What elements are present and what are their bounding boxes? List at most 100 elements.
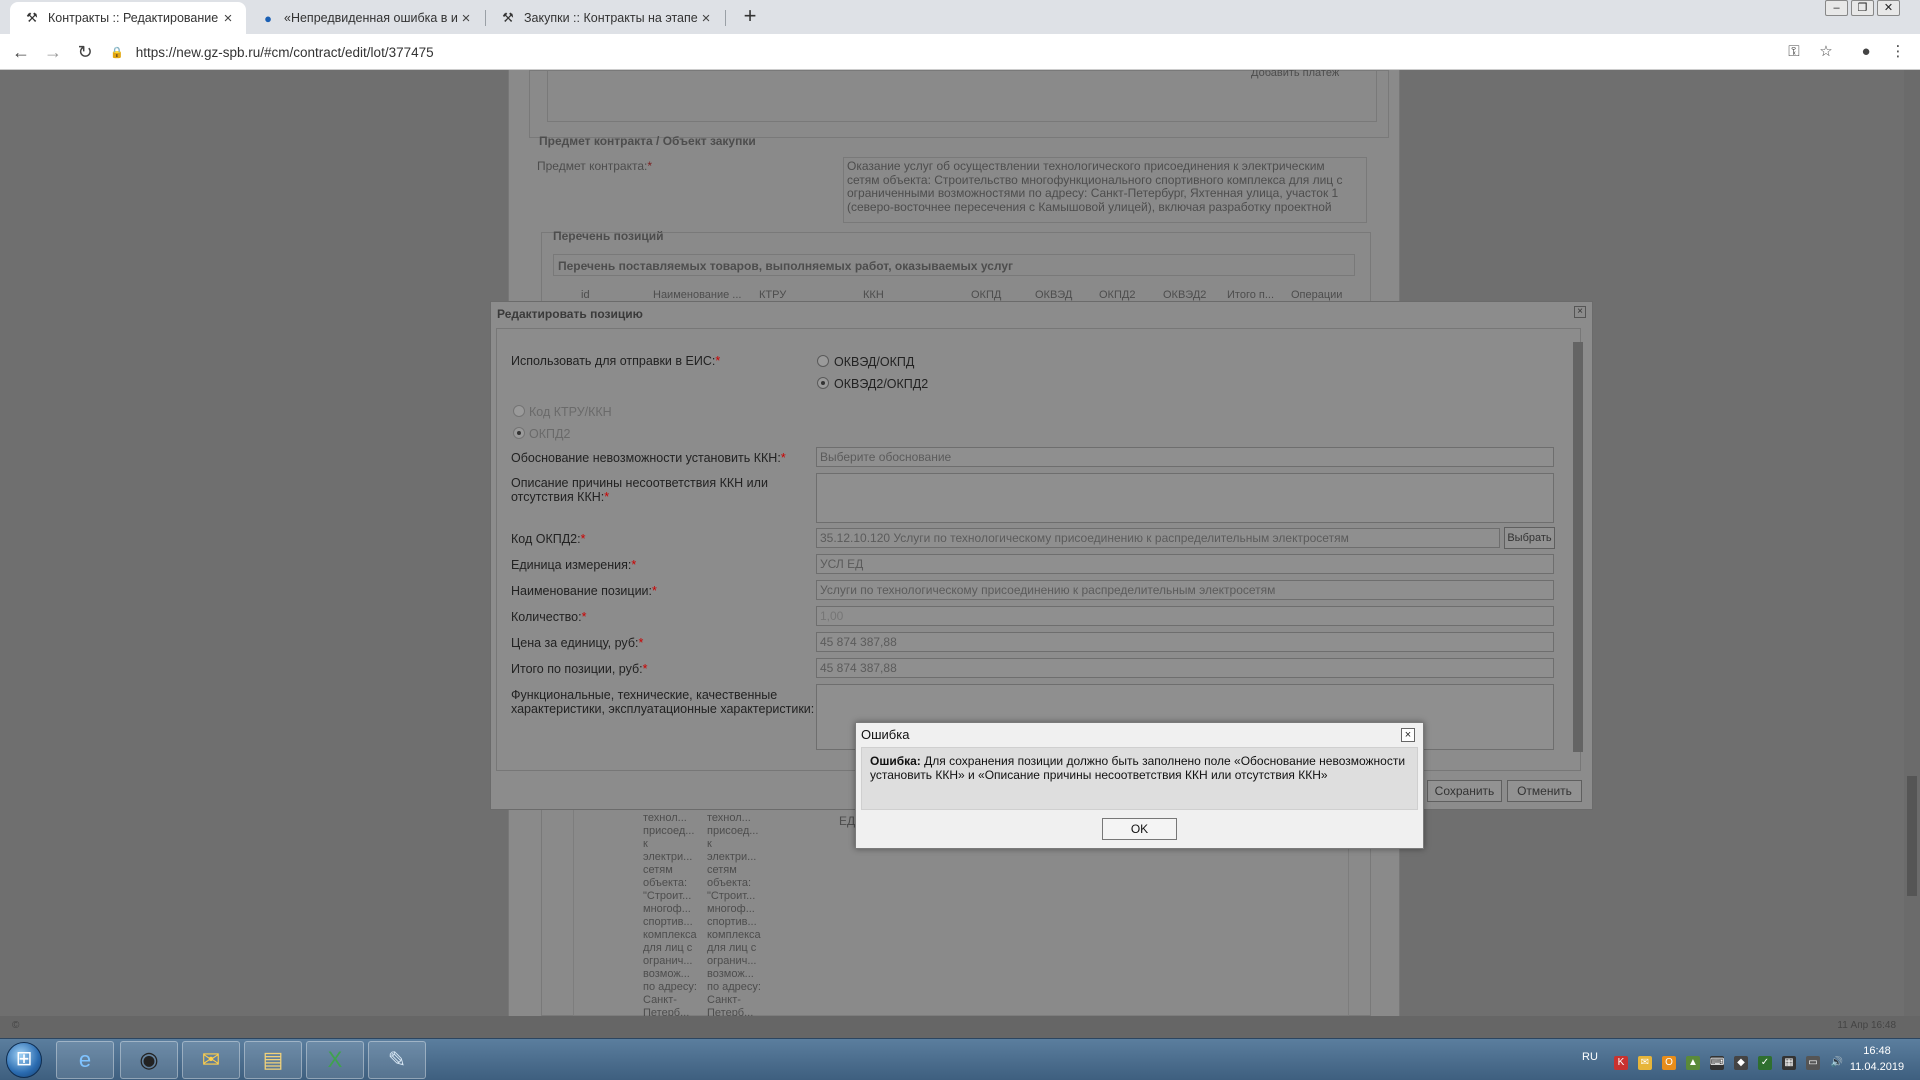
table-cell-line: технол... bbox=[707, 812, 751, 824]
table-cell-line: Санкт- bbox=[707, 994, 741, 1006]
network-icon[interactable]: ▦ bbox=[1782, 1056, 1796, 1070]
close-icon[interactable]: × bbox=[458, 10, 474, 27]
close-icon[interactable]: × bbox=[1574, 306, 1586, 318]
okpd2-field[interactable]: 35.12.10.120 Услуги по технологическому … bbox=[816, 528, 1500, 548]
reason-textarea[interactable] bbox=[816, 473, 1554, 523]
cancel-button[interactable]: Отменить bbox=[1507, 780, 1582, 802]
tab-label: Контракты :: Редактирование ко bbox=[48, 11, 220, 25]
positions-section-title: Перечень позиций bbox=[553, 229, 664, 243]
position-total-field[interactable]: 45 874 387,88 bbox=[816, 658, 1554, 678]
characteristics-label: Функциональные, технические, качественны… bbox=[511, 688, 815, 716]
browser-tab-bar: ⚒ Контракты :: Редактирование ко × ● «Не… bbox=[0, 0, 1920, 34]
minimize-icon[interactable]: – bbox=[1825, 0, 1848, 16]
close-icon[interactable]: × bbox=[220, 10, 236, 27]
paint-icon[interactable]: ✎ bbox=[368, 1041, 426, 1079]
column-header[interactable]: ОКПД bbox=[971, 289, 1001, 301]
column-header[interactable]: ОКВЭД2 bbox=[1163, 289, 1206, 301]
reload-icon[interactable]: ↻ bbox=[73, 40, 97, 64]
close-icon[interactable]: × bbox=[698, 10, 714, 27]
file-explorer-icon[interactable]: ▤ bbox=[244, 1041, 302, 1079]
tab-contracts-edit[interactable]: ⚒ Контракты :: Редактирование ко × bbox=[10, 2, 246, 34]
tool-icon: ⚒ bbox=[502, 10, 514, 25]
justification-combobox[interactable]: Выберите обоснование bbox=[816, 447, 1554, 467]
address-bar[interactable]: 🔒 https://new.gz-spb.ru/#cm/contract/edi… bbox=[110, 39, 1780, 65]
column-header[interactable]: Наименование ... bbox=[653, 289, 741, 301]
close-window-icon[interactable]: ✕ bbox=[1877, 0, 1900, 16]
table-cell-line: многоф... bbox=[643, 903, 691, 915]
radio-okpd2[interactable] bbox=[513, 427, 525, 439]
app-status-bar: © 11 Апр 16:48 bbox=[0, 1016, 1920, 1038]
chrome-icon[interactable]: ◉ bbox=[120, 1041, 178, 1079]
table-cell-line: огранич... bbox=[707, 955, 757, 967]
column-header[interactable]: ОКПД2 bbox=[1099, 289, 1135, 301]
restore-icon[interactable]: ❐ bbox=[1851, 0, 1874, 16]
forward-arrow-icon[interactable]: → bbox=[41, 40, 65, 64]
radio-okved2-okpd2[interactable] bbox=[817, 377, 829, 389]
language-indicator[interactable]: RU bbox=[1582, 1051, 1598, 1063]
flag-icon[interactable]: ▲ bbox=[1686, 1056, 1700, 1070]
column-header[interactable]: ККН bbox=[863, 289, 884, 301]
clock-time[interactable]: 16:48 bbox=[1846, 1045, 1908, 1057]
position-name-field[interactable]: Услуги по технологическому присоединению… bbox=[816, 580, 1554, 600]
reason-label: Описание причины несоответствия ККН или о… bbox=[511, 476, 768, 504]
table-cell-line: спортив... bbox=[643, 916, 693, 928]
column-header[interactable]: id bbox=[581, 289, 590, 301]
volume-icon[interactable]: 🔊 bbox=[1830, 1056, 1844, 1070]
error-message-text: Для сохранения позиции должно быть запол… bbox=[870, 754, 1406, 782]
kaspersky-icon[interactable]: K bbox=[1614, 1056, 1628, 1070]
star-icon[interactable]: ☆ bbox=[1816, 42, 1836, 62]
radio-ktru-kkn[interactable] bbox=[513, 405, 525, 417]
security-icon[interactable]: ◆ bbox=[1734, 1056, 1748, 1070]
outlook-tray-icon[interactable]: O bbox=[1662, 1056, 1676, 1070]
tab-unexpected-error[interactable]: ● «Непредвиденная ошибка в ин × bbox=[246, 2, 484, 34]
new-tab-button[interactable]: + bbox=[737, 4, 763, 30]
mail-icon[interactable]: ✉ bbox=[1638, 1056, 1652, 1070]
key-icon[interactable]: ⚿ bbox=[1784, 42, 1804, 62]
quantity-field[interactable]: 1,00 bbox=[816, 606, 1554, 626]
windows-taskbar: e ◉ ✉ ▤ X ✎ RU K ✉ O ▲ ⌨ ◆ ✓ ▦ ▭ 🔊 16:48… bbox=[0, 1038, 1920, 1080]
clock-date[interactable]: 11.04.2019 bbox=[1846, 1061, 1908, 1073]
back-arrow-icon[interactable]: ← bbox=[9, 40, 33, 64]
unit-price-field[interactable]: 45 874 387,88 bbox=[816, 632, 1554, 652]
start-button[interactable] bbox=[6, 1042, 42, 1078]
menu-kebab-icon[interactable]: ⋮ bbox=[1888, 42, 1908, 62]
table-cell-line: объекта: bbox=[643, 877, 688, 889]
column-header[interactable]: Итого п... bbox=[1227, 289, 1274, 301]
status-datetime: 11 Апр 16:48 bbox=[1837, 1020, 1896, 1031]
page-scrollbar[interactable] bbox=[1904, 70, 1920, 1016]
tab-label: Закупки :: Контракты на этапе и bbox=[524, 11, 698, 25]
table-cell-line: Петерб... bbox=[643, 1007, 690, 1016]
keyboard-icon[interactable]: ⌨ bbox=[1710, 1056, 1724, 1070]
choose-okpd2-button[interactable]: Выбрать bbox=[1504, 527, 1555, 549]
column-header[interactable]: Операции bbox=[1291, 289, 1342, 301]
save-button[interactable]: Сохранить bbox=[1427, 780, 1502, 802]
tab-purchases[interactable]: ⚒ Закупки :: Контракты на этапе и × bbox=[486, 2, 724, 34]
table-cell-line: многоф... bbox=[707, 903, 755, 915]
shield-icon[interactable]: ✓ bbox=[1758, 1056, 1772, 1070]
radio-okved-okpd[interactable] bbox=[817, 355, 829, 367]
scroll-thumb[interactable] bbox=[1907, 776, 1917, 896]
internet-explorer-icon[interactable]: e bbox=[56, 1041, 114, 1079]
column-header[interactable]: ОКВЭД bbox=[1035, 289, 1072, 301]
subject-textarea[interactable]: Оказание услуг об осуществлении технолог… bbox=[843, 157, 1367, 223]
close-icon[interactable]: × bbox=[1401, 728, 1415, 742]
table-cell-line: возмож... bbox=[643, 968, 690, 980]
table-cell-line: "Строит... bbox=[643, 890, 692, 902]
ok-button[interactable]: OK bbox=[1102, 818, 1177, 840]
radio-okved2-okpd2-label: ОКВЭД2/ОКПД2 bbox=[834, 377, 929, 391]
table-cell-line: электри... bbox=[643, 851, 693, 863]
dialog-scrollbar[interactable] bbox=[1571, 330, 1585, 770]
scroll-thumb[interactable] bbox=[1573, 342, 1583, 752]
window-controls: – ❐ ✕ bbox=[1822, 0, 1900, 18]
table-cell-line: Петерб... bbox=[707, 1007, 754, 1016]
monitor-icon[interactable]: ▭ bbox=[1806, 1056, 1820, 1070]
account-icon[interactable]: ● bbox=[1856, 42, 1876, 62]
subject-label: Предмет контракта:* bbox=[537, 159, 653, 173]
outlook-icon[interactable]: ✉ bbox=[182, 1041, 240, 1079]
positions-table-title: Перечень поставляемых товаров, выполняем… bbox=[558, 259, 1013, 273]
excel-icon[interactable]: X bbox=[306, 1041, 364, 1079]
add-payment-button[interactable]: Добавить платеж bbox=[1251, 70, 1339, 79]
tool-icon: ⚒ bbox=[26, 10, 38, 25]
unit-field[interactable]: УСЛ ЕД bbox=[816, 554, 1554, 574]
column-header[interactable]: КТРУ bbox=[759, 289, 786, 301]
